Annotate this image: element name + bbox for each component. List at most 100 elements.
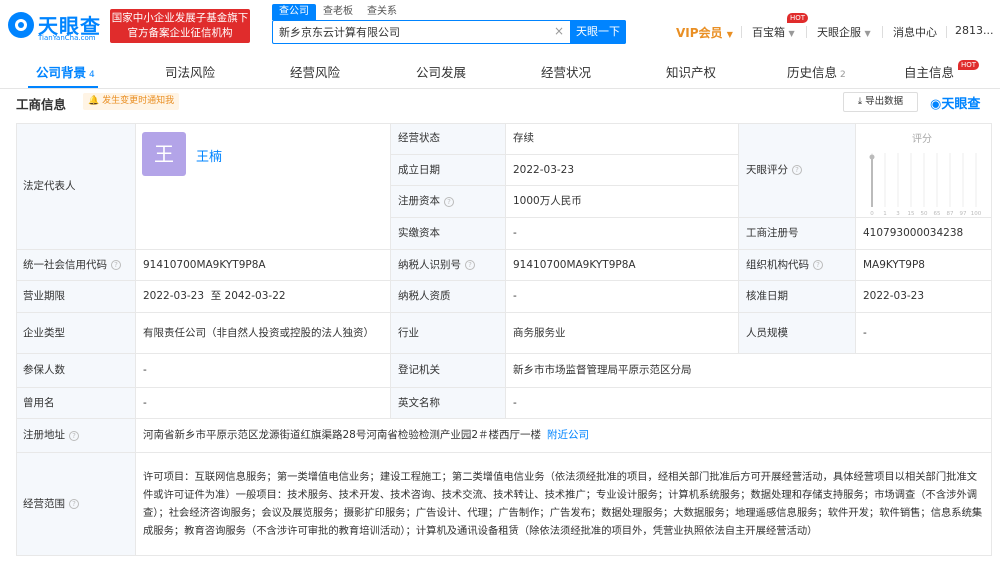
chevron-down-icon: ▼ (864, 29, 871, 38)
brand-label: 天眼查 (941, 97, 981, 112)
org-code-label: 组织机构代码? (739, 250, 856, 281)
company-type-value: 有限责任公司（非自然人投资或控股的法人独资） (136, 313, 391, 354)
address-value: 河南省新乡市平原示范区龙源街道红旗渠路28号河南省检验检测产业园2＃楼西厅一楼附… (136, 419, 992, 453)
founded-label: 成立日期 (391, 155, 506, 186)
authority-value: 新乡市市场监督管理局平原示范区分局 (506, 354, 992, 388)
scope-label-text: 经营范围 (23, 497, 65, 510)
top-bar: 天眼查 TianYanCha.com 国家中小企业发展子基金旗下 官方备案企业征… (0, 0, 1000, 56)
tab-label: 经营状况 (541, 65, 592, 80)
avatar[interactable]: 王 (142, 132, 186, 176)
logo[interactable]: 天眼查 TianYanCha.com (8, 10, 108, 44)
help-icon[interactable]: ? (465, 260, 475, 270)
tab-label: 知识产权 (666, 65, 717, 80)
search-tab-relation[interactable]: 查关系 (360, 4, 404, 20)
enterprise-service-link[interactable]: 天眼企服 ▼ (817, 24, 871, 40)
english-name-label: 英文名称 (391, 388, 506, 419)
staff-size-label: 人员规模 (739, 313, 856, 354)
score-marker (869, 154, 875, 160)
reg-capital-label-text: 注册资本 (398, 195, 440, 207)
search-input[interactable] (273, 21, 553, 43)
industry-value: 商务服务业 (506, 313, 739, 354)
eye-logo-icon (8, 12, 34, 38)
divider (741, 26, 742, 38)
score-tick-label: 0 (870, 211, 874, 217)
export-label: 导出数据 (865, 96, 904, 107)
taxpayer-id-label: 纳税人识别号? (391, 250, 506, 281)
score-tick-label: 100 (971, 211, 982, 217)
search-button[interactable]: 天眼一下 (570, 20, 626, 44)
authority-label: 登记机关 (391, 354, 506, 388)
gov-badge-line1: 国家中小企业发展子基金旗下 (111, 12, 249, 24)
help-icon[interactable]: ? (111, 260, 121, 270)
reg-capital-value: 1000万人民币 (506, 186, 739, 218)
tab-history-info[interactable]: 历史信息 2 (787, 60, 846, 88)
tab-count: 4 (89, 70, 95, 80)
score-tick-label: 97 (960, 211, 967, 217)
insured-label: 参保人数 (16, 354, 136, 388)
term-label: 营业期限 (16, 281, 136, 313)
score-tick-label: 87 (947, 211, 954, 217)
tab-label: 历史信息 (787, 65, 838, 80)
help-icon[interactable]: ? (69, 430, 79, 441)
user-menu[interactable]: 2813... (955, 24, 993, 40)
paid-capital-value: - (506, 218, 739, 250)
reg-no-label: 工商注册号 (739, 218, 856, 250)
term-value: 2022-03-23 至 2042-03-22 (136, 281, 391, 313)
vip-member-link[interactable]: VIP会员 ▼ (676, 24, 733, 40)
industry-label: 行业 (391, 313, 506, 354)
help-icon[interactable]: ? (792, 165, 802, 175)
tab-legal-risk[interactable]: 司法风险 (165, 60, 215, 88)
score-widget: 评分 0 1 3 15 50 65 87 97 100 (860, 127, 984, 217)
company-tabs: 公司背景 4 司法风险 经营风险 公司发展 经营状况 知识产权 历史信息 2 自主信… (0, 60, 1000, 88)
status-value: 存续 (506, 123, 739, 155)
tab-self-info[interactable]: 自主信息 (904, 60, 954, 88)
export-data-button[interactable]: ⤓ 导出数据 (843, 92, 918, 112)
search-tab-boss[interactable]: 查老板 (316, 4, 360, 20)
former-name-value: - (136, 388, 391, 419)
legal-rep-label: 法定代表人 (16, 123, 136, 250)
tab-label: 自主信息 (904, 65, 955, 80)
eye-logo-icon: ◉ (930, 97, 942, 112)
credit-code-value: 91410700MA9KYT9P8A (136, 250, 391, 281)
status-label: 经营状态 (391, 123, 506, 155)
score-label-text: 天眼评分 (746, 163, 788, 176)
insured-value: - (136, 354, 391, 388)
divider (882, 26, 883, 38)
gov-badge-line2: 官方备案企业征信机构 (127, 27, 233, 39)
divider (946, 26, 947, 38)
help-icon[interactable]: ? (813, 260, 823, 270)
bell-icon: 🔔 (88, 96, 100, 106)
chevron-down-icon: ▼ (788, 29, 795, 38)
search-tab-company[interactable]: 查公司 (272, 4, 316, 20)
score-chart: 0 1 3 15 50 65 87 97 100 (869, 153, 982, 217)
english-name-value: - (506, 388, 992, 419)
taxpayer-id-value: 91410700MA9KYT9P8A (506, 250, 739, 281)
staff-size-value: - (856, 313, 992, 354)
search-box: × 天眼一下 (272, 20, 626, 44)
score-tick-label: 1 (883, 211, 887, 217)
tab-company-development[interactable]: 公司发展 (416, 60, 466, 88)
nearby-companies-link[interactable]: 附近公司 (547, 428, 589, 443)
message-center-link[interactable]: 消息中心 (893, 24, 937, 40)
business-info-table: 法定代表人 经营状态 存续 成立日期 2022-03-23 注册资本? 1000… (16, 123, 992, 556)
score-tick-label: 65 (934, 211, 941, 217)
clear-icon[interactable]: × (554, 24, 564, 38)
address-label: 注册地址? (16, 419, 136, 453)
tab-intellectual-property[interactable]: 知识产权 (666, 60, 716, 88)
tab-operation-status[interactable]: 经营状况 (541, 60, 591, 88)
tab-count: 2 (840, 70, 846, 80)
tab-business-risk[interactable]: 经营风险 (290, 60, 340, 88)
notify-on-change-button[interactable]: 🔔 发生变更时通知我 (83, 93, 180, 110)
legal-rep-name-link[interactable]: 王楠 (196, 146, 222, 165)
tab-company-background[interactable]: 公司背景 4 (36, 60, 95, 88)
help-icon[interactable]: ? (444, 196, 454, 207)
tab-label: 经营风险 (290, 65, 341, 80)
former-name-label: 曾用名 (16, 388, 136, 419)
taxpayer-qual-label: 纳税人资质 (391, 281, 506, 313)
help-icon[interactable]: ? (69, 499, 79, 509)
score-tick-label: 3 (896, 211, 900, 217)
logo-url: TianYanCha.com (38, 34, 96, 42)
hot-badge: HOT (787, 13, 809, 23)
toolbox-link[interactable]: 百宝箱 ▼ (752, 24, 795, 40)
gov-badge: 国家中小企业发展子基金旗下 官方备案企业征信机构 (110, 9, 250, 43)
